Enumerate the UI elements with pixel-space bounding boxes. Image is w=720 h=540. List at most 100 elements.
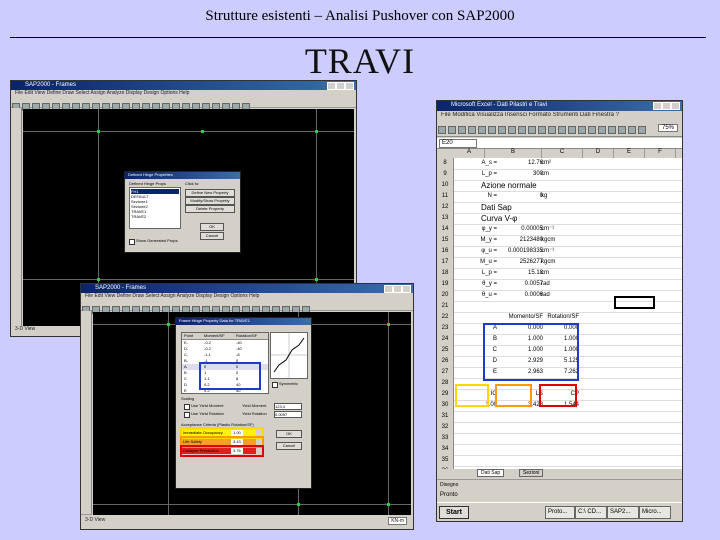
define-new-property-button[interactable]: Define New Property (185, 189, 235, 197)
ok-button[interactable]: OK (276, 430, 302, 438)
row-number[interactable]: 33 (437, 433, 454, 444)
close-icon[interactable] (402, 285, 411, 293)
yield-moment-field[interactable]: 123.4 (274, 403, 302, 410)
minimize-icon[interactable] (327, 82, 336, 90)
cell-d: Rotation/SF (547, 314, 579, 320)
row-number[interactable]: 32 (437, 422, 454, 433)
draw-label[interactable]: Disegno (437, 482, 458, 488)
cell-b: 0.000198335 (507, 248, 543, 254)
excel-menu[interactable]: File Modifica Visualizza Inserisci Forma… (437, 112, 682, 121)
sap-window-1-titlebar[interactable]: SAP2000 - Frames (11, 81, 356, 90)
taskbar-item[interactable]: Proto... (545, 506, 575, 519)
sap-window-2: SAP2000 - Frames File Edit View Define D… (80, 283, 414, 530)
row-number[interactable]: 27 (437, 367, 454, 378)
sap-window-1-title: SAP2000 - Frames (25, 82, 77, 88)
list-item[interactable]: TRAVE2 (131, 214, 179, 219)
col-header[interactable]: F (645, 149, 676, 158)
symmetric-checkbox[interactable] (272, 382, 278, 388)
row-number[interactable]: 30 (437, 400, 454, 411)
taskbar-item[interactable]: SAP2... (607, 506, 639, 519)
cell-b: Momento/SF (508, 314, 543, 320)
formula-bar[interactable]: E20 (437, 138, 682, 149)
use-yield-rotation-checkbox[interactable] (184, 412, 190, 418)
close-icon[interactable] (671, 102, 680, 110)
cell-a: L_p = (481, 270, 497, 276)
cell-a: θ_u = (481, 292, 497, 298)
excel-titlebar[interactable]: Microsoft Excel - Dati Pilastri e Travi (437, 101, 682, 111)
row-number[interactable]: 34 (437, 444, 454, 455)
sap-window-2-titlebar[interactable]: SAP2000 - Frames (81, 284, 413, 293)
sap-window-1-toolbar[interactable] (11, 98, 356, 111)
row-number[interactable]: 13 (437, 213, 454, 224)
row-number[interactable]: 11 (437, 191, 454, 202)
col-header[interactable]: B (485, 149, 542, 158)
row-number[interactable]: 29 (437, 389, 454, 400)
modify-property-button[interactable]: Modify/Show Property (185, 197, 235, 205)
col-header[interactable]: E (614, 149, 645, 158)
maximize-icon[interactable] (393, 285, 402, 293)
sheet-tab[interactable]: Sezioni (519, 469, 544, 477)
sheet-grid[interactable]: 8 A_s = 12.76 cm² 9 L_p = 300 cm 10 Azione normal… (437, 158, 682, 469)
units-select[interactable]: KN-m (388, 517, 407, 525)
row-number[interactable]: 21 (437, 301, 454, 312)
row-number[interactable]: 17 (437, 257, 454, 268)
col-header[interactable]: C (542, 149, 583, 158)
maximize-icon[interactable] (336, 82, 345, 90)
drawing-toolbar[interactable]: Disegno (437, 479, 682, 491)
taskbar-item[interactable]: C:\ CD... (575, 506, 607, 519)
excel-window: Microsoft Excel - Dati Pilastri e Travi … (436, 100, 683, 522)
cell-a: θ_y = (482, 281, 497, 287)
row-number[interactable]: 15 (437, 235, 454, 246)
start-button[interactable]: Start (439, 506, 469, 519)
row-number[interactable]: 20 (437, 290, 454, 301)
row-number[interactable]: 8 (437, 158, 454, 169)
delete-property-button[interactable]: Delete Property (185, 205, 235, 213)
sap-window-2-side-toolbar[interactable] (81, 311, 92, 515)
close-icon[interactable] (345, 82, 354, 90)
row-number[interactable]: 22 (437, 312, 454, 323)
col-header[interactable]: D (583, 149, 614, 158)
row-number[interactable]: 19 (437, 279, 454, 290)
excel-status: Pronto (437, 491, 682, 500)
row-number[interactable]: 31 (437, 411, 454, 422)
minimize-icon[interactable] (384, 285, 393, 293)
row-number[interactable]: 23 (437, 323, 454, 334)
row-number[interactable]: 10 (437, 180, 454, 191)
excel-toolbar[interactable]: 75% (437, 121, 682, 137)
hinge-props-list[interactable]: FH1 DEFAULT Sezione1 Sezione2 TRAVE1 TRA… (129, 187, 181, 229)
row-number[interactable]: 16 (437, 246, 454, 257)
row-number[interactable]: 18 (437, 268, 454, 279)
name-box[interactable]: E20 (439, 139, 477, 148)
show-generated-checkbox[interactable] (129, 239, 135, 245)
row-number[interactable]: 26 (437, 356, 454, 367)
taskbar: Start Proto... C:\ CD... SAP2... Micro..… (437, 502, 682, 521)
sap-window-1-side-toolbar[interactable] (11, 108, 22, 327)
cell-c: kgcm (541, 237, 556, 243)
row-number[interactable]: 9 (437, 169, 454, 180)
maximize-icon[interactable] (662, 102, 671, 110)
yield-rotation-field[interactable]: 0.0057 (274, 411, 302, 418)
col-header[interactable]: A (454, 149, 485, 158)
ok-button[interactable]: OK (200, 223, 224, 231)
minimize-icon[interactable] (653, 102, 662, 110)
row-number[interactable]: 28 (437, 378, 454, 389)
ls-highlight (495, 384, 532, 407)
sap-window-2-toolbar[interactable] (81, 301, 413, 314)
use-yield-moment-checkbox[interactable] (184, 404, 190, 410)
io-highlight (455, 384, 489, 407)
zoom-select[interactable]: 75% (657, 124, 678, 132)
row-number[interactable]: 24 (437, 334, 454, 345)
taskbar-item[interactable]: Micro... (639, 506, 671, 519)
cancel-button[interactable]: Cancel (276, 442, 302, 450)
hinge-dialog-list-label: Defined Hinge Props (129, 181, 166, 186)
sap-window-2-menu[interactable]: File Edit View Define Draw Select Assign… (81, 293, 413, 301)
sheet-tab[interactable]: Dati Sap (477, 469, 505, 477)
row-number[interactable]: 25 (437, 345, 454, 356)
cancel-button[interactable]: Cancel (200, 232, 224, 240)
sap-window-1-menu[interactable]: File Edit View Define Draw Select Assign… (11, 90, 356, 98)
section-label: Azione normale (481, 181, 537, 190)
row-number[interactable]: 12 (437, 202, 454, 213)
row-number[interactable]: 14 (437, 224, 454, 235)
moment-rotation-highlight (483, 323, 579, 381)
row-number[interactable]: 35 (437, 455, 454, 466)
